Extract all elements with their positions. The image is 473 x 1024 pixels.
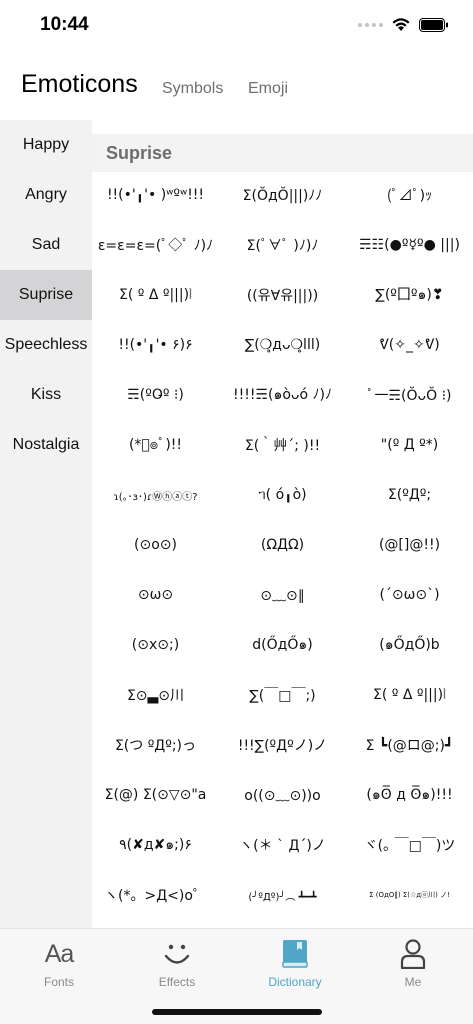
- emoticon-item[interactable]: !!!∑(ºДºノ)ノ: [219, 720, 346, 770]
- font-icon: Aa: [44, 940, 75, 968]
- tab-fonts[interactable]: Aa Fonts: [0, 935, 118, 995]
- emoticon-item[interactable]: Σ(@) Σ(⊙▽⊙"a: [92, 770, 219, 820]
- tab-effects[interactable]: Effects: [118, 935, 236, 995]
- emoticon-item[interactable]: ɿ(｡･ɜ･)ɾⓌⓗⓐⓣ?: [92, 470, 219, 520]
- battery-icon: [419, 17, 449, 32]
- category-sidebar: Happy Angry Sad Suprise Speechless Kiss …: [0, 120, 92, 928]
- sidebar-item-kiss[interactable]: Kiss: [0, 370, 92, 420]
- tab-label: Effects: [158, 975, 196, 989]
- status-time: 10:44: [40, 14, 89, 35]
- emoticon-item[interactable]: ᕓ(✧_✧ᕓ): [346, 320, 473, 370]
- emoticon-item[interactable]: (ΩДΩ): [219, 520, 346, 570]
- emoticon-item[interactable]: (╯ºДº)╯︵ ┻━┻: [219, 870, 346, 920]
- smile-icon: [163, 935, 191, 969]
- status-icons: [358, 17, 449, 32]
- emoticon-item[interactable]: ((유∀유|||)): [219, 270, 346, 320]
- emoticon-item[interactable]: ∑(º囗º๑)❣: [346, 270, 473, 320]
- emoticon-item[interactable]: Σ(ºДº;: [346, 470, 473, 520]
- emoticon-item[interactable]: ٩(✘д✘๑;)۶: [92, 820, 219, 870]
- emoticon-item[interactable]: (ﾟ⊿ﾟ)ｯ: [346, 170, 473, 220]
- sidebar-item-speechless[interactable]: Speechless: [0, 320, 92, 370]
- emoticon-item[interactable]: (´⊙ω⊙`): [346, 570, 473, 620]
- emoticon-item[interactable]: ε=ε=ε=(ﾟ◇ﾟ ﾉ)ﾉ: [92, 220, 219, 270]
- emoticon-item[interactable]: !!(•'╻'• ۶)۶: [92, 320, 219, 370]
- emoticon-item[interactable]: ⊙ω⊙: [92, 570, 219, 620]
- emoticon-item[interactable]: Σ(ﾟ∀ﾟ )ﾉ)ﾉ: [219, 220, 346, 270]
- emoticon-item[interactable]: "(º Д º*): [346, 420, 473, 470]
- emoticon-item[interactable]: ⊙﹏⊙∥: [219, 570, 346, 620]
- sidebar-item-angry[interactable]: Angry: [0, 170, 92, 220]
- tab-symbols[interactable]: Symbols: [162, 80, 223, 98]
- emoticon-item[interactable]: Σ(ŎдŎ|||)ﾉﾉ: [219, 170, 346, 220]
- emoticon-item[interactable]: Σ(｀艸´; )!!: [219, 420, 346, 470]
- emoticon-item[interactable]: ∑(￣□￣;): [219, 670, 346, 720]
- emoticon-list[interactable]: Suprise !!(•'╻'• )ʷºʷ!!! Σ(ŎдŎ|||)ﾉﾉ (ﾟ⊿ﾟ)…: [92, 120, 473, 928]
- sidebar-item-nostalgia[interactable]: Nostalgia: [0, 420, 92, 470]
- emoticon-item[interactable]: Σ (OдO‖) Σ(☆дⓞ川) ノ!: [346, 870, 473, 920]
- person-icon: [400, 935, 426, 969]
- page-title[interactable]: Emoticons: [21, 70, 138, 99]
- emoticon-item[interactable]: Σ⊙▃⊙川: [92, 670, 219, 720]
- emoticon-item[interactable]: ヾ(｡ ￣□￣)ツ: [346, 820, 473, 870]
- emoticon-item[interactable]: (@[]@!!): [346, 520, 473, 570]
- emoticon-item[interactable]: (๑ʘ̅ д ʘ̅๑)!!!: [346, 770, 473, 820]
- emoticon-item[interactable]: Σ( º Δ º|||)⦚: [92, 270, 219, 320]
- emoticon-item[interactable]: (*ﾟ๏ﾟ)!!: [92, 420, 219, 470]
- emoticon-item[interactable]: ヽ(＊ ` Д´)ノ: [219, 820, 346, 870]
- tab-label: Dictionary: [268, 975, 322, 989]
- section-header: Suprise: [92, 134, 473, 172]
- emoticon-item[interactable]: ヽ(*。>Д<)o゜: [92, 870, 219, 920]
- emoticon-item[interactable]: (⊙x⊙;): [92, 620, 219, 670]
- emoticon-item[interactable]: !!!!☴(๑òᴗó ﾉ)ﾉ: [219, 370, 346, 420]
- wifi-icon: [391, 17, 411, 32]
- emoticon-item[interactable]: (๑ŐдŐ)b: [346, 620, 473, 670]
- tab-dictionary[interactable]: Dictionary: [236, 935, 354, 995]
- cellular-signal-icon: [358, 22, 383, 27]
- tab-label: Fonts: [43, 975, 74, 989]
- emoticon-item[interactable]: o((⊙﹏⊙))o: [219, 770, 346, 820]
- emoticon-item[interactable]: ∑(❍̥дᴗ❍̥lll): [219, 320, 346, 370]
- emoticon-item[interactable]: ﾟ一☴(ŎᴗŎ ⁝): [346, 370, 473, 420]
- emoticon-item[interactable]: Σ( º Δ º|||)⦚: [346, 670, 473, 720]
- emoticon-item[interactable]: d(ŐдŐ๑): [219, 620, 346, 670]
- emoticon-item[interactable]: ☴(ºO̵º ⁝): [92, 370, 219, 420]
- section-title: Suprise: [106, 143, 173, 163]
- emoticon-item[interactable]: Σ ┗(@ロ@;)┛: [346, 720, 473, 770]
- emoticon-item[interactable]: !!(•'╻'• )ʷºʷ!!!: [92, 170, 219, 220]
- book-icon: [282, 935, 308, 969]
- header: Emoticons Symbols Emoji: [0, 60, 473, 120]
- sidebar-item-happy[interactable]: Happy: [0, 120, 92, 170]
- emoticon-item[interactable]: ☴☷(●º☿º● |||): [346, 220, 473, 270]
- emoticon-item[interactable]: Σ(つ ºДº;)っ: [92, 720, 219, 770]
- sidebar-item-suprise[interactable]: Suprise: [0, 270, 92, 320]
- tab-emoji[interactable]: Emoji: [248, 80, 288, 98]
- tab-label: Me: [404, 975, 422, 989]
- emoticon-item[interactable]: (⊙o⊙): [92, 520, 219, 570]
- home-indicator: [152, 1009, 322, 1015]
- sidebar-item-sad[interactable]: Sad: [0, 220, 92, 270]
- status-bar: 10:44: [0, 0, 473, 54]
- tab-me[interactable]: Me: [354, 935, 472, 995]
- emoticon-item[interactable]: ᥐ( ό╻ὸ): [219, 470, 346, 520]
